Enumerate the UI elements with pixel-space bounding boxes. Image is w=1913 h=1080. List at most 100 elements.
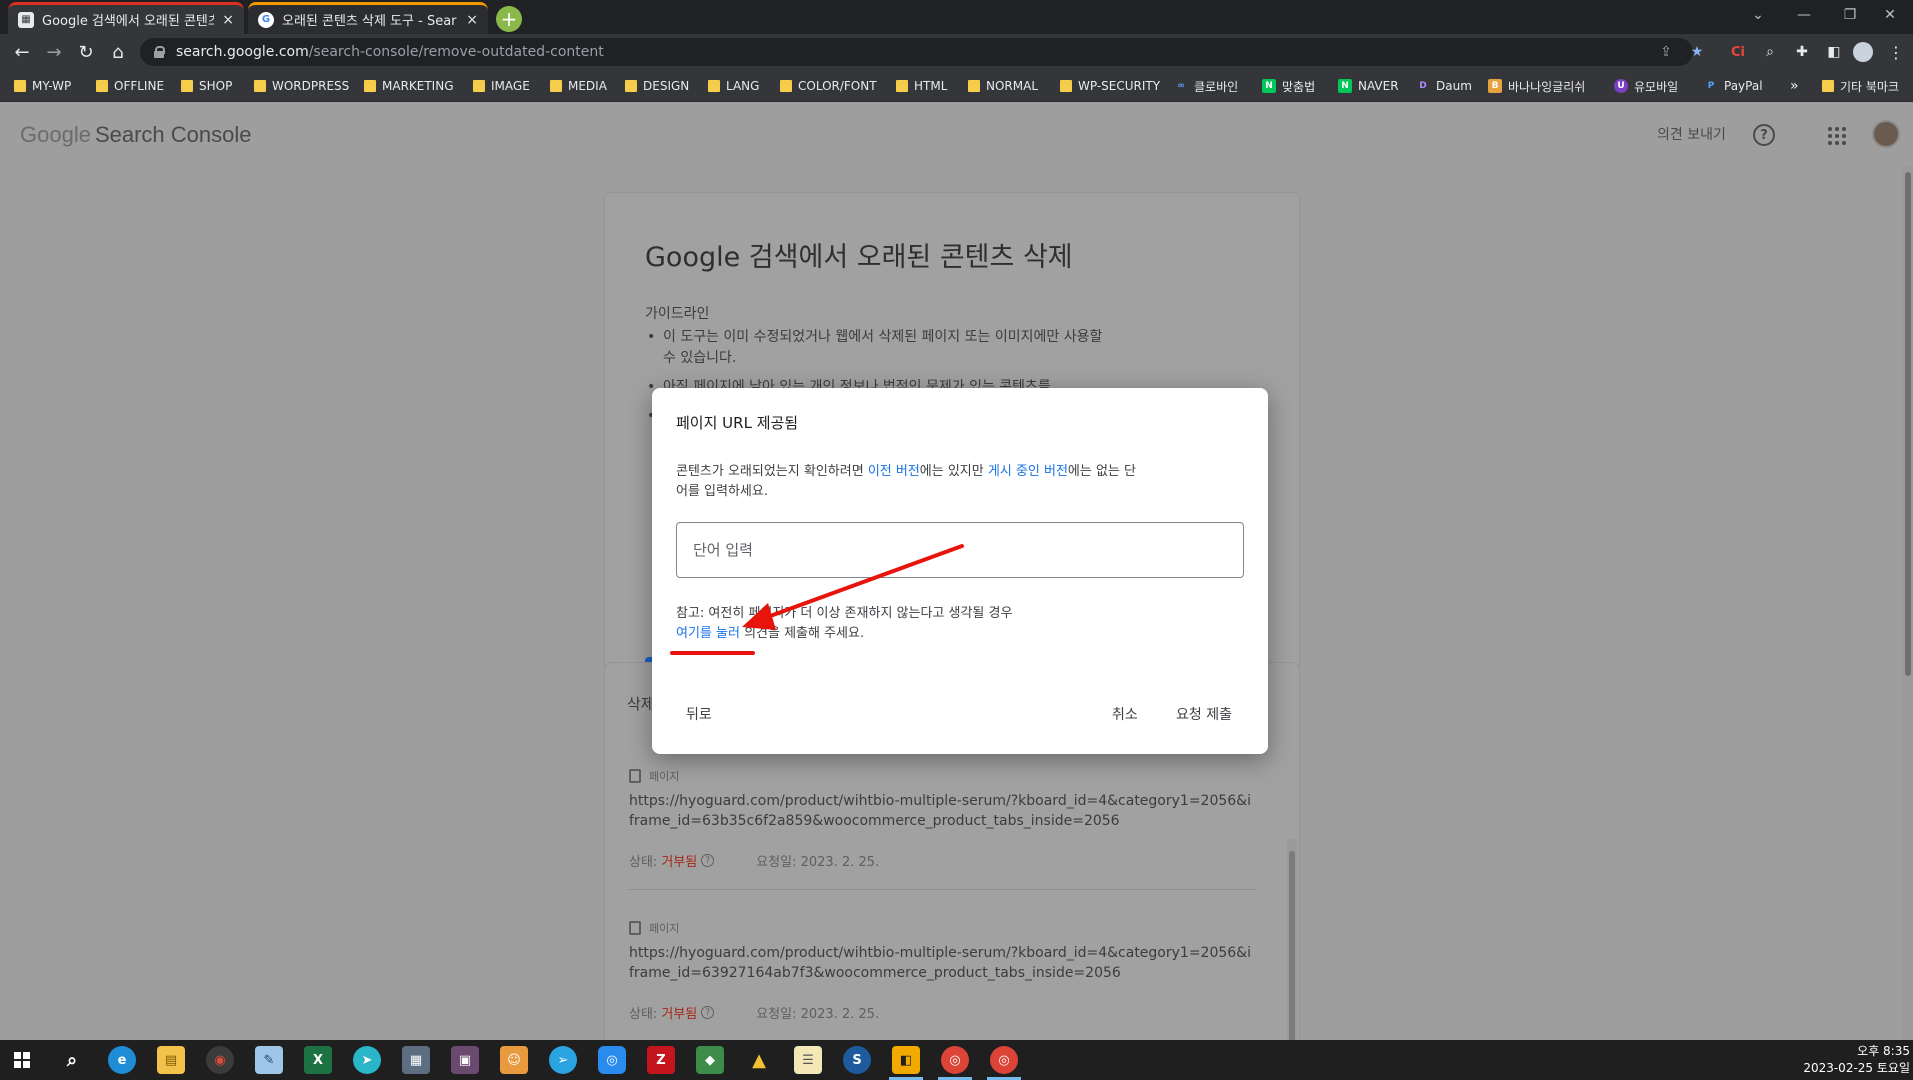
chrome-icon[interactable]: ◎ bbox=[941, 1046, 969, 1074]
windows-start-icon[interactable] bbox=[14, 1052, 30, 1068]
drive-icon[interactable]: ▲ bbox=[745, 1046, 773, 1074]
bookmark-link[interactable]: D Daum bbox=[1416, 77, 1472, 95]
extension-ci-icon[interactable]: Ci bbox=[1727, 41, 1749, 63]
url-provided-dialog: 페이지 URL 제공됨 콘텐츠가 오래되었는지 확인하려면 이전 버전에는 있지… bbox=[652, 388, 1268, 754]
back-button[interactable]: 뒤로 bbox=[686, 702, 712, 726]
zoom-extension-icon[interactable]: ⌕ bbox=[1759, 41, 1781, 63]
app-s-icon[interactable]: S bbox=[843, 1046, 871, 1074]
bookmark-folder[interactable]: IMAGE bbox=[473, 77, 530, 95]
close-window-icon[interactable]: ✕ bbox=[1867, 0, 1913, 30]
bookmark-folder[interactable]: DESIGN bbox=[625, 77, 689, 95]
share-icon[interactable]: ⇪ bbox=[1657, 43, 1675, 61]
live-version-link[interactable]: 게시 중인 버전 bbox=[988, 464, 1068, 479]
cancel-button[interactable]: 취소 bbox=[1112, 702, 1138, 726]
help-icon[interactable]: ? bbox=[1753, 124, 1775, 146]
bookmark-star-icon[interactable]: ★ bbox=[1688, 43, 1706, 61]
bookmark-folder[interactable]: MY-WP bbox=[14, 77, 71, 95]
bookmark-folder[interactable]: MEDIA bbox=[550, 77, 607, 95]
system-clock[interactable]: 오후 8:35 2023-02-25 토요일 bbox=[1790, 1043, 1910, 1077]
screen-recorder-icon[interactable]: ◉ bbox=[206, 1046, 234, 1074]
bookmark-link[interactable]: N 맞춤법 bbox=[1262, 77, 1315, 95]
folder-icon bbox=[625, 80, 637, 92]
request-meta: 상태: 거부됨 ? 요청일: 2023. 2. 25. bbox=[629, 1003, 1255, 1022]
tab-title: Google 검색에서 오래된 콘텐츠 bbox=[42, 14, 215, 29]
bookmark-folder[interactable]: OFFLINE bbox=[96, 77, 164, 95]
calculator-icon[interactable]: ▦ bbox=[402, 1046, 430, 1074]
dialog-instructions: 콘텐츠가 오래되었는지 확인하려면 이전 버전에는 있지만 게시 중인 버전에는… bbox=[676, 464, 1136, 499]
excel-icon[interactable]: X bbox=[304, 1046, 332, 1074]
request-item[interactable]: 페이지 https://hyoguard.com/product/wihtbio… bbox=[629, 767, 1255, 870]
send-feedback-link[interactable]: 의견 보내기 bbox=[1657, 124, 1726, 144]
map-app-icon[interactable]: ◆ bbox=[696, 1046, 724, 1074]
submit-feedback-link[interactable]: 여기를 눌러 bbox=[676, 626, 740, 641]
filezilla-icon[interactable]: Z bbox=[647, 1046, 675, 1074]
file-explorer-icon[interactable]: ▤ bbox=[157, 1046, 185, 1074]
page-scrollbar-thumb[interactable] bbox=[1905, 172, 1911, 676]
previous-version-link[interactable]: 이전 버전 bbox=[868, 464, 920, 479]
bookmark-folder[interactable]: LANG bbox=[708, 77, 759, 95]
menu-kebab-icon[interactable]: ⋮ bbox=[1885, 41, 1907, 63]
page-icon bbox=[629, 769, 641, 783]
dialog-note: 참고: 여전히 페이지가 더 이상 존재하지 않는다고 생각될 경우 여기를 눌… bbox=[676, 606, 1013, 641]
page-scrollbar[interactable] bbox=[1903, 166, 1913, 1040]
home-icon[interactable]: ⌂ bbox=[106, 40, 130, 64]
google-wordmark: Google bbox=[20, 122, 91, 147]
tab-close-icon[interactable]: × bbox=[466, 12, 478, 28]
reload-icon[interactable]: ↻ bbox=[74, 40, 98, 64]
word-input[interactable] bbox=[676, 522, 1244, 578]
extensions-puzzle-icon[interactable]: ✚ bbox=[1791, 41, 1813, 63]
tab-remove-outdated-content[interactable]: ▦ Google 검색에서 오래된 콘텐츠 × bbox=[8, 2, 244, 34]
bookmark-folder[interactable]: WORDPRESS bbox=[254, 77, 349, 95]
folder-icon bbox=[254, 80, 266, 92]
bookmarks-overflow-chevron-icon[interactable]: » bbox=[1790, 77, 1799, 95]
requests-scrollbar-thumb[interactable] bbox=[1289, 851, 1295, 1040]
image-viewer-icon[interactable]: ▣ bbox=[451, 1046, 479, 1074]
bookmark-folder[interactable]: HTML bbox=[896, 77, 947, 95]
notepad-icon[interactable]: ✎ bbox=[255, 1046, 283, 1074]
bookmark-link[interactable]: U 유모바일 bbox=[1614, 77, 1678, 95]
google-apps-grid-icon[interactable] bbox=[1828, 127, 1846, 145]
bookmark-link[interactable]: ∞ 클로바인 bbox=[1174, 77, 1238, 95]
bookmark-link[interactable]: P PayPal bbox=[1704, 77, 1763, 95]
address-bar[interactable]: search.google.com /search-console/remove… bbox=[140, 38, 1693, 66]
kakao-icon[interactable]: ➤ bbox=[353, 1046, 381, 1074]
forward-arrow-icon[interactable]: → bbox=[42, 40, 66, 64]
status-badge: 거부됨 bbox=[661, 1007, 698, 1022]
bookmark-folder[interactable]: COLOR/FONT bbox=[780, 77, 877, 95]
status-help-icon[interactable]: ? bbox=[701, 1006, 715, 1019]
contacts-icon[interactable]: ☺ bbox=[500, 1046, 528, 1074]
chrome-profile-icon[interactable]: ◎ bbox=[990, 1046, 1018, 1074]
submit-request-button[interactable]: 요청 제출 bbox=[1176, 702, 1232, 726]
tab-outdated-content-tool[interactable]: G 오래된 콘텐츠 삭제 도구 - Sear × bbox=[248, 2, 488, 34]
google-favicon-icon: G bbox=[258, 11, 274, 28]
bookmark-link[interactable]: B 바나나잉글리쉬 bbox=[1488, 77, 1585, 95]
gallery-icon[interactable]: ◧ bbox=[892, 1046, 920, 1074]
bookmark-folder[interactable]: NORMAL bbox=[968, 77, 1038, 95]
new-tab-button[interactable]: + bbox=[496, 6, 522, 32]
bookmark-folder[interactable]: SHOP bbox=[181, 77, 232, 95]
requests-section-title: 삭제 bbox=[627, 695, 655, 713]
back-arrow-icon[interactable]: ← bbox=[10, 40, 34, 64]
profile-avatar-icon[interactable] bbox=[1853, 42, 1873, 62]
bookmark-folder[interactable]: WP-SECURITY bbox=[1060, 77, 1160, 95]
account-avatar[interactable] bbox=[1872, 120, 1900, 148]
minimize-icon[interactable]: — bbox=[1781, 0, 1827, 30]
folder-icon bbox=[968, 80, 980, 92]
search-console-logo[interactable]: Google Search Console bbox=[20, 122, 252, 148]
bookmark-link[interactable]: N NAVER bbox=[1338, 77, 1399, 95]
search-icon[interactable]: ⌕ bbox=[58, 1046, 86, 1074]
edge-browser-icon[interactable]: e bbox=[108, 1046, 136, 1074]
status-help-icon[interactable]: ? bbox=[701, 854, 715, 867]
tab-search-chevron-icon[interactable]: ⌄ bbox=[1735, 0, 1781, 30]
side-panel-icon[interactable]: ◧ bbox=[1823, 41, 1845, 63]
request-item[interactable]: 페이지 https://hyoguard.com/product/wihtbio… bbox=[629, 919, 1255, 1022]
bookmark-folder[interactable]: MARKETING bbox=[364, 77, 454, 95]
tab-close-icon[interactable]: × bbox=[222, 12, 234, 28]
notes-icon[interactable]: ☰ bbox=[794, 1046, 822, 1074]
other-bookmarks-folder[interactable]: 기타 북마크 bbox=[1822, 77, 1899, 95]
requests-scrollbar[interactable] bbox=[1287, 839, 1297, 1040]
folder-icon bbox=[780, 80, 792, 92]
telegram-icon[interactable]: ➢ bbox=[549, 1046, 577, 1074]
screenshot-tool-icon[interactable]: ◎ bbox=[598, 1046, 626, 1074]
request-url: https://hyoguard.com/product/wihtbio-mul… bbox=[629, 945, 1251, 981]
